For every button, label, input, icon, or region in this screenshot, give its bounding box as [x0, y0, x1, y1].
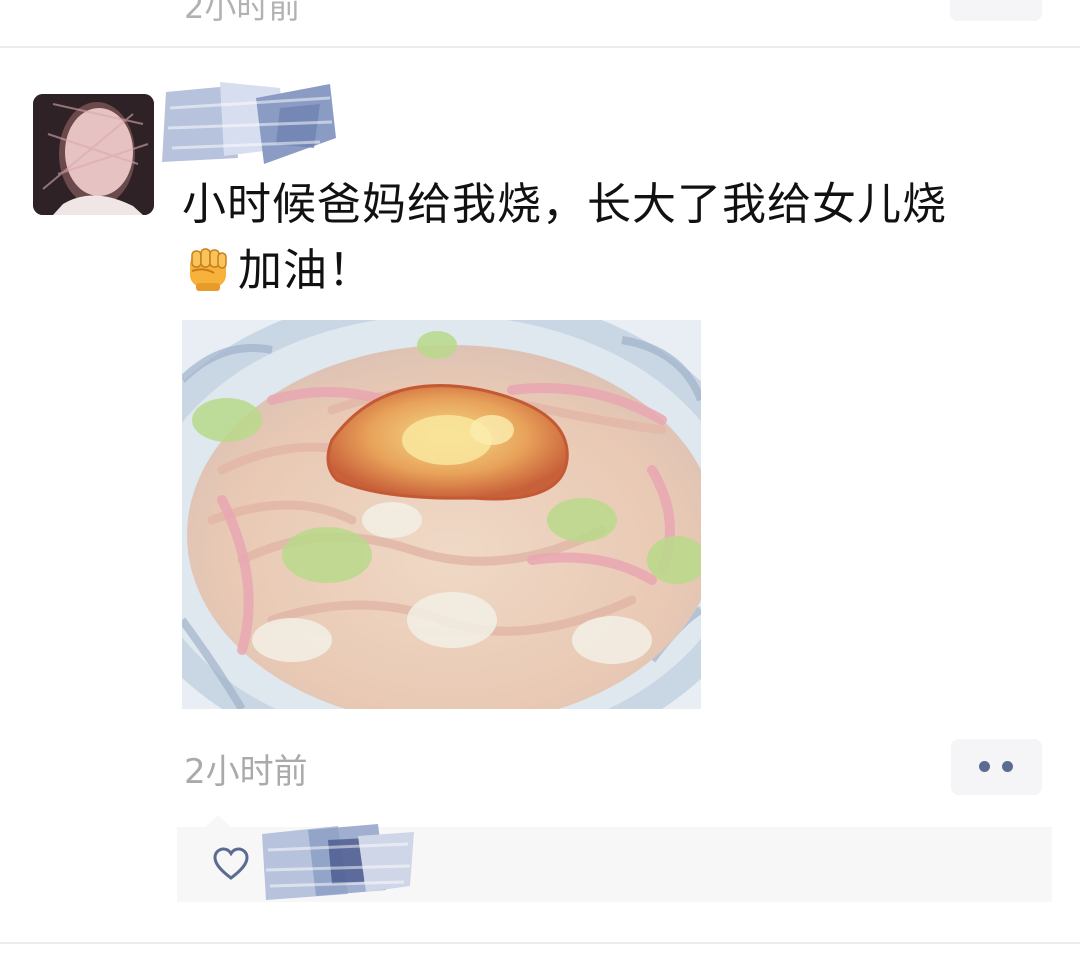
username-obscured[interactable] [160, 78, 340, 170]
more-actions-button[interactable] [951, 739, 1042, 795]
post-text-line2: 加油！ [238, 245, 373, 296]
post-text: 小时候爸妈给我烧，长大了我给女儿烧 加油！ [182, 172, 1052, 304]
previous-post-time: 2小时前 [184, 0, 301, 26]
moments-feed: 2小时前 小时候爸妈给我烧，长大了我给女儿烧 加油！ 2小时前 [0, 0, 1080, 954]
more-dots-icon [979, 761, 990, 772]
fist-icon [182, 243, 234, 295]
post-divider [0, 46, 1080, 48]
more-dots-icon-second [1002, 761, 1013, 772]
post-divider-bottom [0, 942, 1080, 944]
post-text-line2-wrap: 加油！ [182, 238, 1052, 304]
previous-post-more-button[interactable] [950, 0, 1042, 21]
noodle-dish-image [182, 320, 701, 709]
post-time: 2小时前 [184, 752, 308, 792]
post-text-line1: 小时候爸妈给我烧，长大了我给女儿烧 [182, 179, 947, 230]
avatar[interactable] [33, 94, 154, 215]
post-photo[interactable] [182, 320, 701, 709]
liker-name-obscured[interactable] [258, 820, 418, 904]
avatar-image [33, 94, 154, 215]
heart-icon [213, 847, 249, 881]
